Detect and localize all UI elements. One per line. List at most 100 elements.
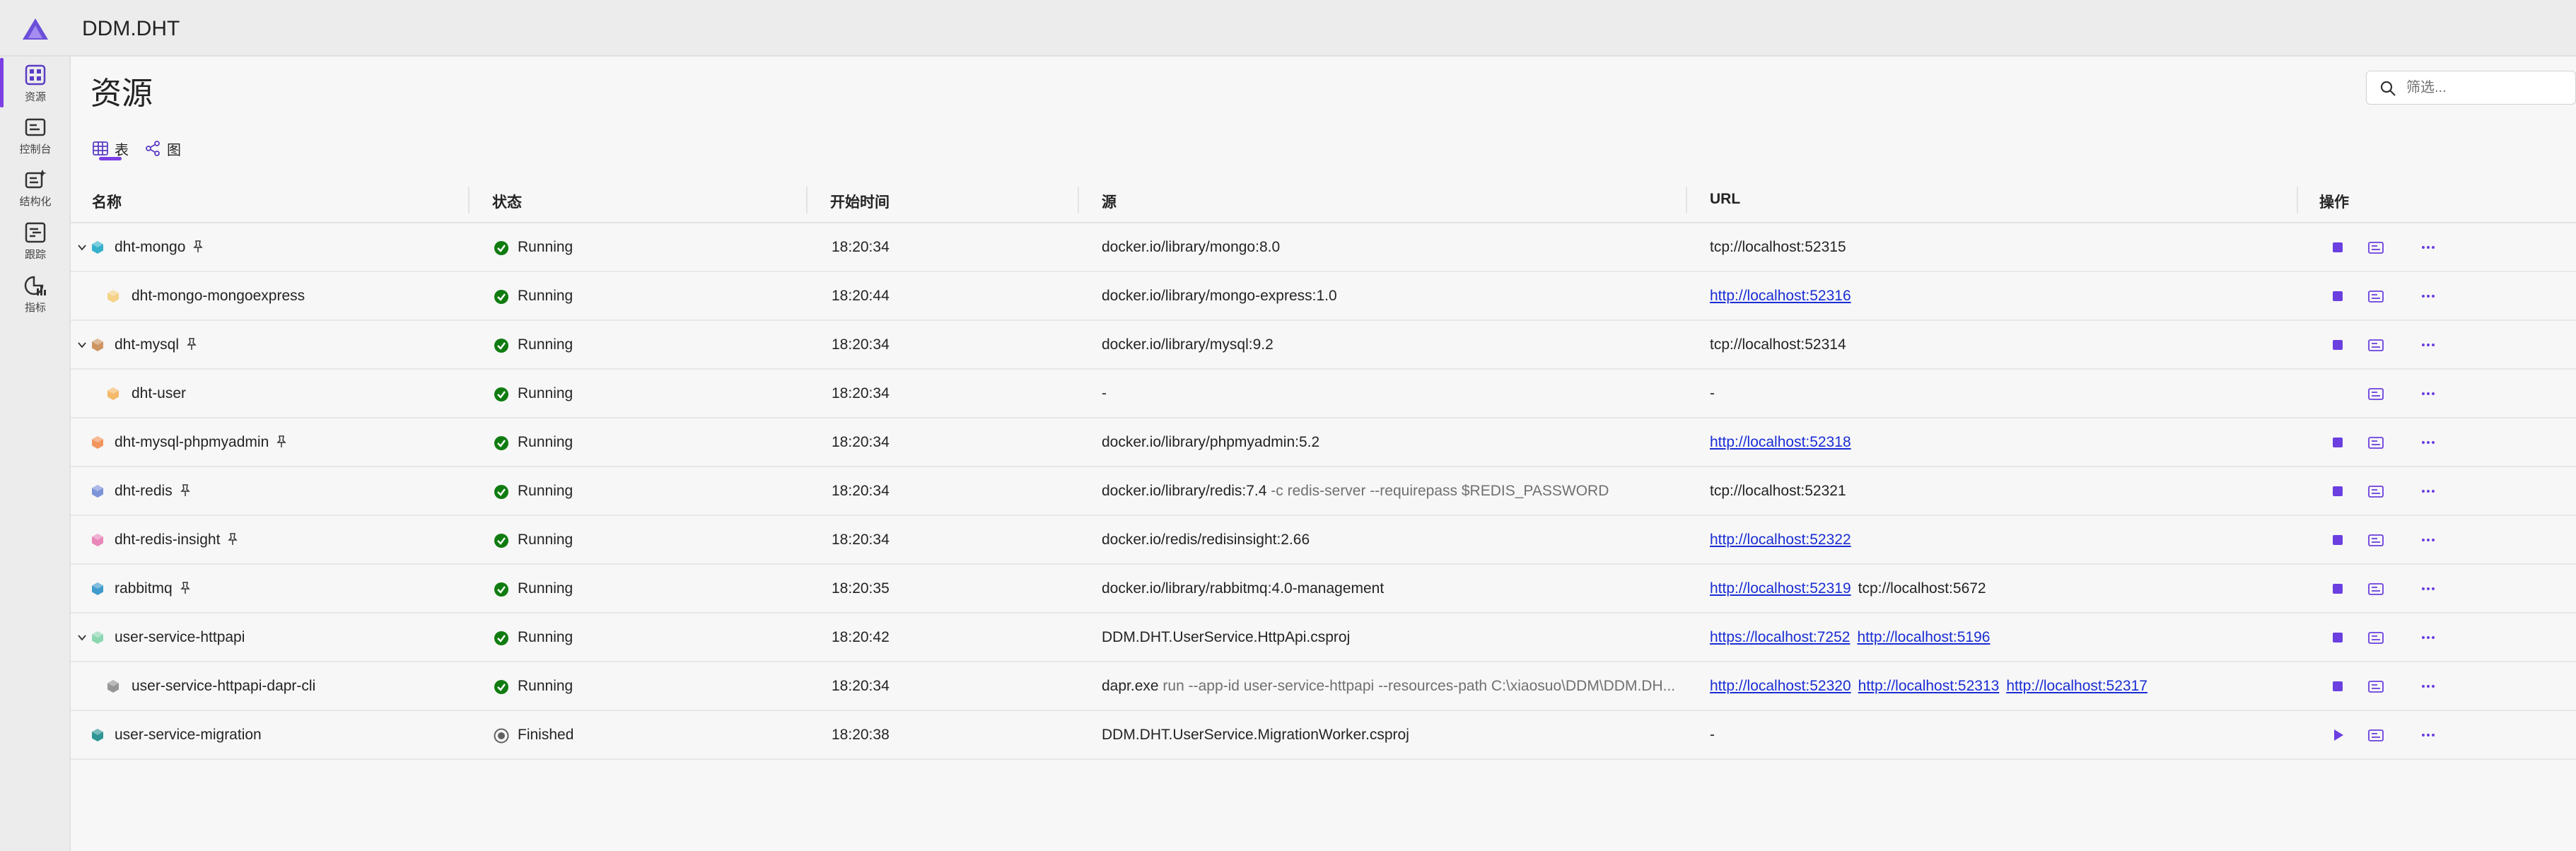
more-options-icon[interactable] — [2418, 237, 2438, 257]
sidebar-item-traces[interactable]: 跟踪 — [0, 216, 71, 265]
column-header-state[interactable]: 状态 — [492, 191, 522, 212]
column-resizer[interactable] — [468, 187, 470, 213]
chevron-down-icon[interactable] — [76, 339, 88, 351]
play-icon[interactable] — [2328, 725, 2348, 745]
chevron-down-icon[interactable] — [76, 242, 88, 253]
stop-icon[interactable] — [2328, 628, 2348, 647]
table-row[interactable]: dht-mongo-mongoexpress Running 18:20:44 doc… — [71, 272, 2576, 321]
resource-name[interactable]: rabbitmq — [115, 580, 192, 597]
source-cell: docker.io/library/phpmyadmin:5.2 — [1102, 434, 1319, 451]
more-options-icon[interactable] — [2418, 725, 2438, 745]
more-options-icon[interactable] — [2418, 579, 2438, 599]
more-options-icon[interactable] — [2418, 481, 2438, 501]
table-row[interactable]: dht-redis-insight Running 18:20:34 docker.i… — [71, 516, 2576, 565]
endpoint-link[interactable]: http://localhost:52322 — [1710, 532, 1851, 548]
more-options-icon[interactable] — [2418, 433, 2438, 452]
stop-icon[interactable] — [2328, 481, 2348, 501]
more-options-icon[interactable] — [2418, 286, 2438, 306]
column-header-url[interactable]: URL — [1710, 191, 1740, 208]
console-logs-icon[interactable] — [2366, 725, 2386, 745]
console-logs-icon[interactable] — [2366, 676, 2386, 696]
console-logs-icon[interactable] — [2366, 481, 2386, 501]
sidebar-item-console[interactable]: 控制台 — [0, 110, 71, 160]
console-logs-icon[interactable] — [2366, 433, 2386, 452]
stop-icon[interactable] — [2328, 579, 2348, 599]
tab-graph[interactable]: 图 — [144, 134, 181, 163]
url-cell: http://localhost:52318 — [1710, 434, 1858, 451]
more-options-icon[interactable] — [2418, 384, 2438, 404]
start-time: 18:20:44 — [832, 288, 890, 304]
stop-icon[interactable] — [2328, 676, 2348, 696]
status-text: Running — [518, 580, 573, 597]
url-cell: - — [1710, 727, 1722, 744]
more-options-icon[interactable] — [2418, 628, 2438, 647]
console-logs-icon[interactable] — [2366, 579, 2386, 599]
sidebar-item-structured[interactable]: 结构化 — [0, 163, 71, 212]
resource-type-icon — [92, 436, 103, 449]
more-options-icon[interactable] — [2418, 530, 2438, 550]
stop-icon[interactable] — [2328, 530, 2348, 550]
resource-name[interactable]: user-service-httpapi-dapr-cli — [132, 678, 315, 695]
console-logs-icon[interactable] — [2366, 237, 2386, 257]
resource-name[interactable]: dht-redis — [115, 483, 192, 500]
filter-field[interactable] — [2366, 71, 2576, 105]
table-row[interactable]: rabbitmq Running 18:20:35 docker.io/library… — [71, 565, 2576, 614]
stop-icon[interactable] — [2328, 433, 2348, 452]
table-row[interactable]: dht-mysql-phpmyadmin Running 18:20:34 docke… — [71, 418, 2576, 467]
stop-icon[interactable] — [2328, 335, 2348, 355]
sidebar-item-resources[interactable]: 资源 — [0, 58, 71, 107]
resource-name[interactable]: dht-mysql-phpmyadmin — [115, 434, 289, 451]
resource-name[interactable]: dht-user — [132, 385, 186, 402]
endpoint-link[interactable]: http://localhost:5196 — [1857, 629, 1990, 645]
resource-name[interactable]: dht-mongo — [115, 239, 205, 256]
column-header-start-time[interactable]: 开始时间 — [830, 191, 890, 212]
resource-name[interactable]: user-service-migration — [115, 727, 262, 744]
source-text: docker.io/library/phpmyadmin:5.2 — [1102, 434, 1320, 450]
endpoint-link[interactable]: http://localhost:52313 — [1858, 678, 2000, 694]
table-row[interactable]: dht-user Running 18:20:34 - - — [71, 370, 2576, 418]
table-row[interactable]: user-service-httpapi-dapr-cli Running 18:2… — [71, 662, 2576, 711]
resource-name[interactable]: dht-redis-insight — [115, 532, 240, 548]
url-cell: tcp://localhost:52321 — [1710, 483, 1853, 500]
status-text: Running — [518, 629, 573, 645]
table-row[interactable]: user-service-httpapi Running 18:20:42 DDM.D… — [71, 614, 2576, 662]
endpoint-link[interactable]: http://localhost:52320 — [1710, 678, 1851, 694]
endpoint-link[interactable]: http://localhost:52316 — [1710, 288, 1851, 304]
console-logs-icon[interactable] — [2366, 628, 2386, 647]
endpoint-text: - — [1710, 727, 1715, 743]
resource-type-icon — [92, 339, 103, 351]
endpoint-link[interactable]: http://localhost:52318 — [1710, 434, 1851, 450]
column-resizer[interactable] — [2297, 187, 2298, 213]
column-resizer[interactable] — [1078, 187, 1079, 213]
table-row[interactable]: dht-redis Running 18:20:34 docker.io/librar… — [71, 467, 2576, 516]
column-resizer[interactable] — [1686, 187, 1687, 213]
more-options-icon[interactable] — [2418, 335, 2438, 355]
endpoint-link[interactable]: https://localhost:7252 — [1710, 629, 1850, 645]
column-header-source[interactable]: 源 — [1102, 191, 1117, 212]
filter-input[interactable] — [2406, 77, 2569, 98]
table-row[interactable]: dht-mysql Running 18:20:34 docker.io/librar… — [71, 321, 2576, 370]
console-logs-icon[interactable] — [2366, 384, 2386, 404]
endpoint-link[interactable]: http://localhost:52317 — [2006, 678, 2147, 694]
console-logs-icon[interactable] — [2366, 335, 2386, 355]
resource-name[interactable]: user-service-httpapi — [115, 629, 245, 646]
source-cell: DDM.DHT.UserService.MigrationWorker.cspr… — [1102, 727, 1409, 744]
resource-name[interactable]: dht-mysql — [115, 336, 199, 353]
console-logs-icon[interactable] — [2366, 530, 2386, 550]
table-row[interactable]: user-service-migration Finished 18:20:38 DD… — [71, 711, 2576, 760]
column-header-actions: 操作 — [2319, 194, 2349, 211]
stop-icon[interactable] — [2328, 286, 2348, 306]
more-options-icon[interactable] — [2418, 676, 2438, 696]
console-logs-icon[interactable] — [2366, 286, 2386, 306]
endpoint-link[interactable]: http://localhost:52319 — [1710, 580, 1851, 597]
resource-name[interactable]: dht-mongo-mongoexpress — [132, 288, 305, 305]
stop-icon[interactable] — [2328, 237, 2348, 257]
chevron-down-icon[interactable] — [76, 632, 88, 643]
sidebar-item-metrics[interactable]: 指标 — [0, 269, 71, 318]
start-time: 18:20:34 — [832, 336, 890, 353]
column-header-name[interactable]: 名称 — [92, 191, 122, 212]
column-resizer[interactable] — [806, 187, 808, 213]
structured-logs-icon — [25, 170, 47, 189]
traces-icon — [25, 222, 46, 243]
table-row[interactable]: dht-mongo Running 18:20:34 docker.io/librar… — [71, 223, 2576, 272]
